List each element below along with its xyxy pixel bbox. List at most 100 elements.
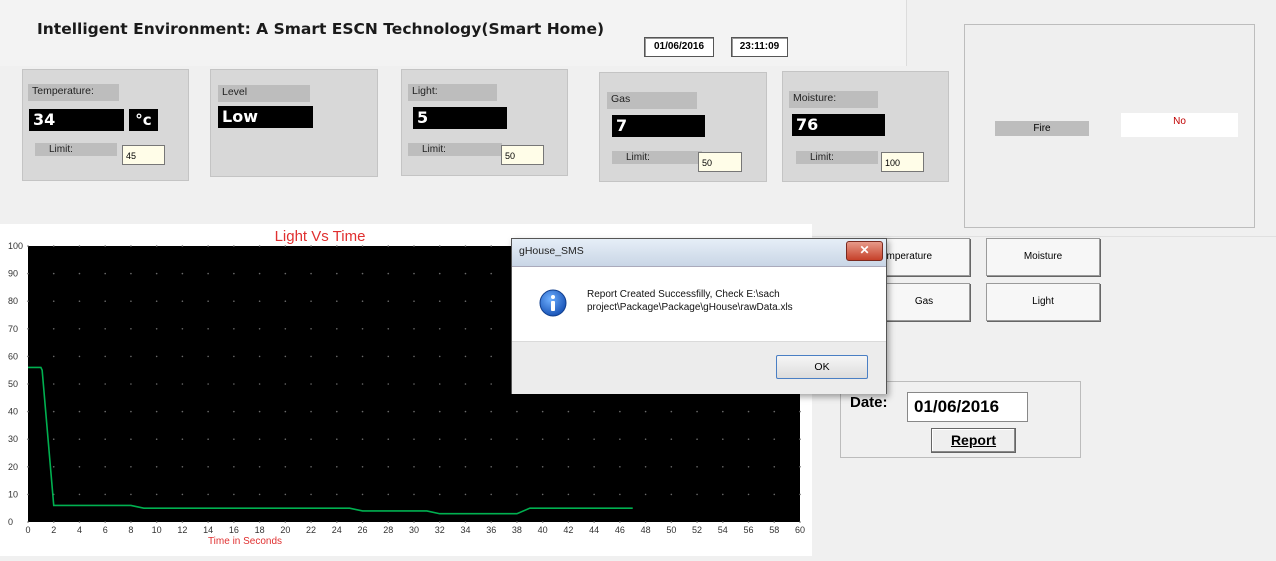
grid-dot bbox=[259, 411, 261, 413]
report-button[interactable]: Report bbox=[931, 428, 1016, 453]
grid-dot bbox=[233, 411, 235, 413]
grid-dot bbox=[799, 494, 801, 496]
x-tick-label: 16 bbox=[229, 525, 239, 535]
grid-dot bbox=[182, 356, 184, 358]
grid-dot bbox=[799, 521, 801, 523]
y-tick-label: 30 bbox=[8, 434, 18, 444]
grid-dot bbox=[182, 328, 184, 330]
grid-dot bbox=[156, 273, 158, 275]
grid-dot bbox=[207, 328, 209, 330]
grid-dot bbox=[465, 356, 467, 358]
grid-dot bbox=[285, 521, 287, 523]
grid-dot bbox=[130, 494, 132, 496]
grid-dot bbox=[465, 438, 467, 440]
x-tick-label: 8 bbox=[128, 525, 133, 535]
x-tick-label: 20 bbox=[280, 525, 290, 535]
moisture-limit-input[interactable]: 100 bbox=[881, 152, 924, 172]
grid-dot bbox=[233, 438, 235, 440]
grid-dot bbox=[439, 300, 441, 302]
report-date-input[interactable]: 01/06/2016 bbox=[907, 392, 1028, 422]
grid-dot bbox=[671, 438, 673, 440]
x-tick-label: 50 bbox=[666, 525, 676, 535]
grid-dot bbox=[413, 356, 415, 358]
grid-dot bbox=[362, 328, 364, 330]
x-tick-label: 38 bbox=[512, 525, 522, 535]
grid-dot bbox=[696, 494, 698, 496]
grid-dot bbox=[79, 438, 81, 440]
moisture-graph-button[interactable]: Moisture bbox=[986, 238, 1100, 276]
grid-dot bbox=[748, 466, 750, 468]
grid-dot bbox=[722, 438, 724, 440]
grid-dot bbox=[387, 494, 389, 496]
x-tick-label: 60 bbox=[795, 525, 805, 535]
grid-dot bbox=[568, 521, 570, 523]
grid-dot bbox=[310, 383, 312, 385]
x-tick-label: 56 bbox=[744, 525, 754, 535]
grid-dot bbox=[722, 521, 724, 523]
grid-dot bbox=[490, 273, 492, 275]
dialog-title: gHouse_SMS bbox=[519, 245, 584, 257]
grid-dot bbox=[233, 466, 235, 468]
grid-dot bbox=[465, 328, 467, 330]
grid-dot bbox=[233, 273, 235, 275]
x-tick-label: 44 bbox=[589, 525, 599, 535]
grid-dot bbox=[387, 411, 389, 413]
grid-dot bbox=[799, 411, 801, 413]
grid-dot bbox=[439, 494, 441, 496]
fire-label: Fire bbox=[995, 121, 1089, 136]
grid-dot bbox=[799, 438, 801, 440]
grid-dot bbox=[207, 356, 209, 358]
grid-dot bbox=[79, 245, 81, 247]
grid-dot bbox=[671, 521, 673, 523]
grid-dot bbox=[156, 328, 158, 330]
temperature-limit-input[interactable]: 45 bbox=[122, 145, 165, 165]
grid-dot bbox=[362, 438, 364, 440]
grid-dot bbox=[53, 328, 55, 330]
light-limit-input[interactable]: 50 bbox=[501, 145, 544, 165]
grid-dot bbox=[104, 273, 106, 275]
x-tick-label: 36 bbox=[486, 525, 496, 535]
grid-dot bbox=[156, 411, 158, 413]
grid-dot bbox=[104, 383, 106, 385]
grid-dot bbox=[285, 383, 287, 385]
grid-dot bbox=[27, 356, 29, 358]
grid-dot bbox=[542, 494, 544, 496]
grid-dot bbox=[490, 300, 492, 302]
grid-dot bbox=[439, 356, 441, 358]
close-button[interactable]: ✕ bbox=[846, 241, 883, 261]
grid-dot bbox=[490, 521, 492, 523]
grid-dot bbox=[516, 521, 518, 523]
temperature-value: 34 bbox=[29, 109, 124, 131]
grid-dot bbox=[413, 383, 415, 385]
grid-dot bbox=[233, 494, 235, 496]
grid-dot bbox=[387, 521, 389, 523]
gas-limit-input[interactable]: 50 bbox=[698, 152, 742, 172]
grid-dot bbox=[104, 245, 106, 247]
grid-dot bbox=[773, 438, 775, 440]
grid-dot bbox=[439, 411, 441, 413]
grid-dot bbox=[465, 466, 467, 468]
grid-dot bbox=[387, 245, 389, 247]
ok-button[interactable]: OK bbox=[776, 355, 868, 379]
grid-dot bbox=[696, 521, 698, 523]
x-tick-label: 4 bbox=[77, 525, 82, 535]
grid-dot bbox=[671, 411, 673, 413]
grid-dot bbox=[27, 466, 29, 468]
grid-dot bbox=[53, 521, 55, 523]
grid-dot bbox=[285, 438, 287, 440]
grid-dot bbox=[259, 245, 261, 247]
x-tick-label: 14 bbox=[203, 525, 213, 535]
grid-dot bbox=[722, 466, 724, 468]
grid-dot bbox=[748, 411, 750, 413]
grid-dot bbox=[285, 328, 287, 330]
grid-dot bbox=[130, 466, 132, 468]
grid-dot bbox=[773, 466, 775, 468]
gas-limit-label: Limit: bbox=[612, 151, 702, 164]
grid-dot bbox=[207, 383, 209, 385]
x-tick-label: 54 bbox=[718, 525, 728, 535]
light-limit-label: Limit: bbox=[408, 143, 502, 156]
grid-dot bbox=[465, 494, 467, 496]
chart-title: Light Vs Time bbox=[275, 228, 366, 245]
grid-dot bbox=[362, 273, 364, 275]
light-graph-button[interactable]: Light bbox=[986, 283, 1100, 321]
